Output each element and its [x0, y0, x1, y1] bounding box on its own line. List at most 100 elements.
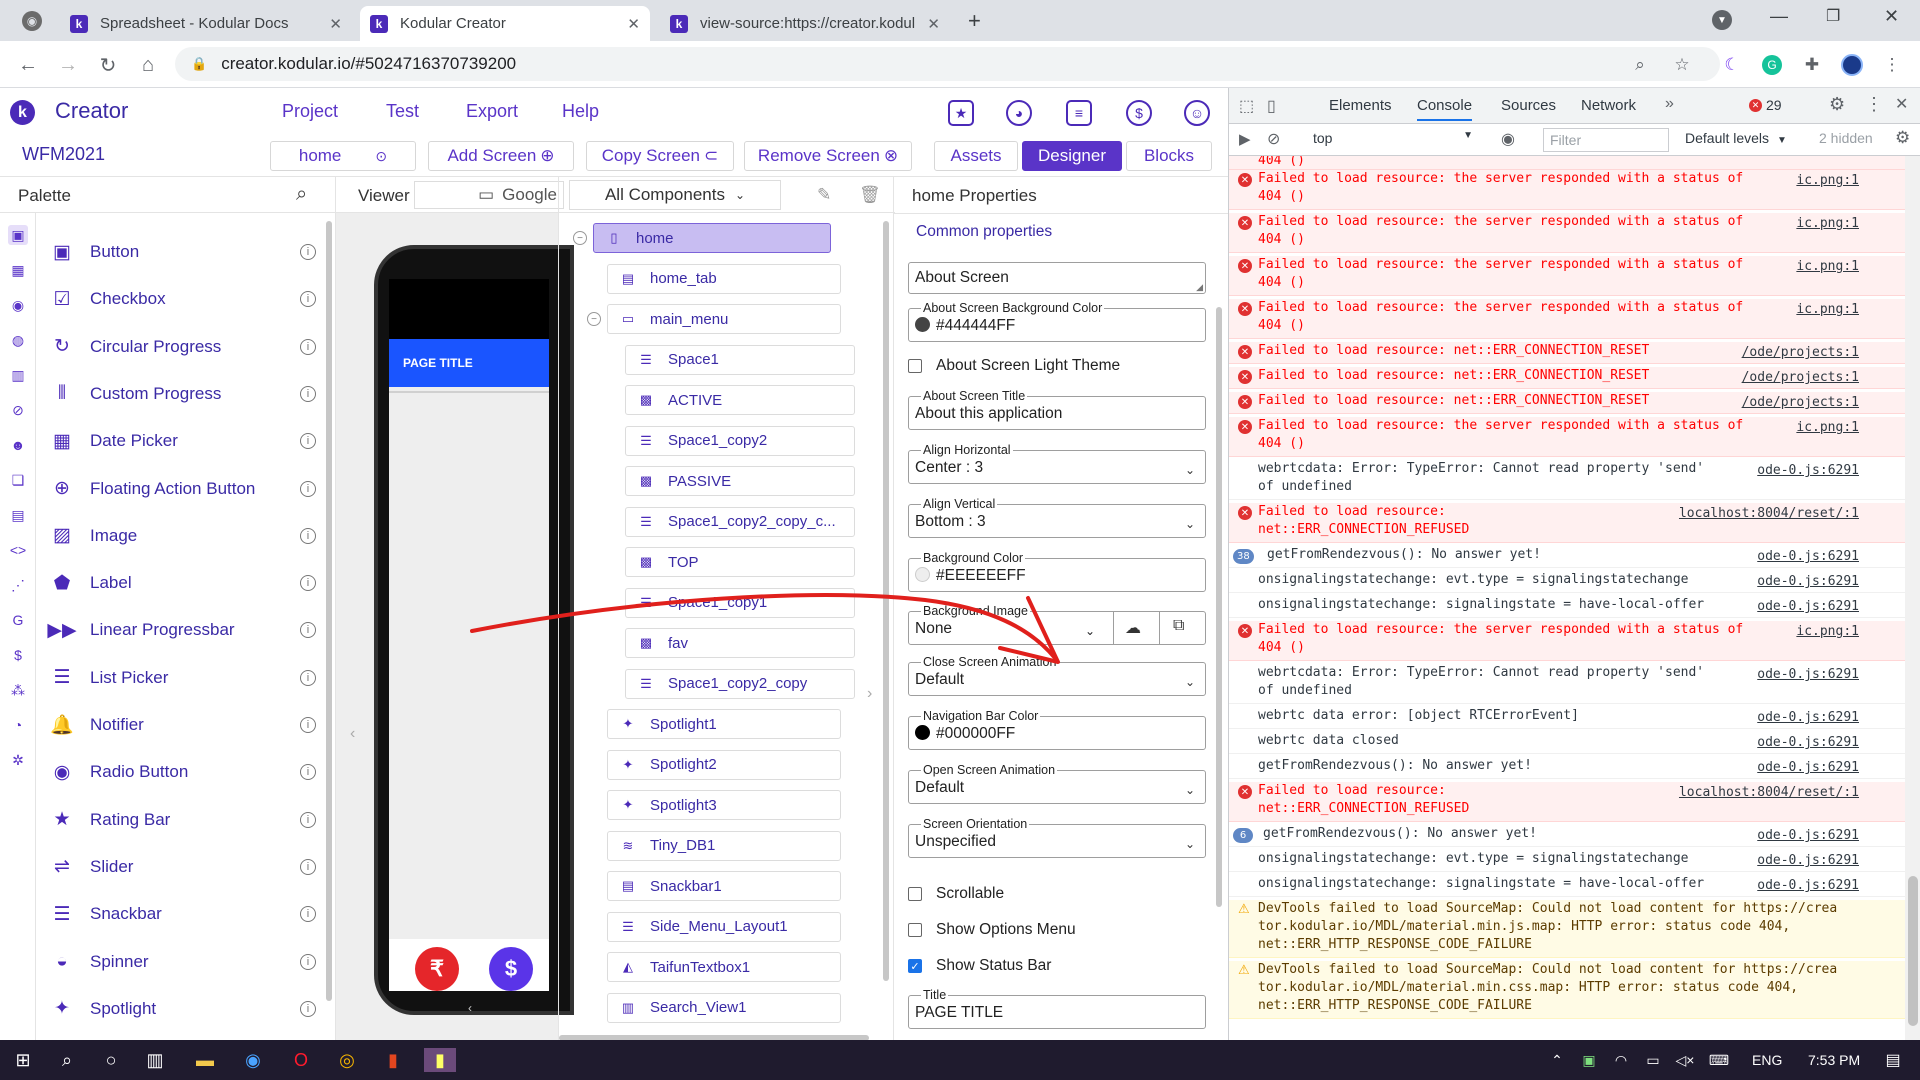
- console-source-link[interactable]: ode-0.js:6291: [1757, 734, 1859, 752]
- notifications-icon[interactable]: ▤: [1880, 1048, 1906, 1072]
- bookmark-star-icon[interactable]: ☆: [1670, 53, 1694, 77]
- log-levels-dropdown[interactable]: Default levels ▼: [1685, 130, 1787, 146]
- browser-tab-view-source[interactable]: k view-source:https://creator.kodul ✕: [660, 6, 950, 41]
- console-source-link[interactable]: ic.png:1: [1796, 258, 1859, 276]
- tab-search-icon[interactable]: ▼: [1712, 10, 1732, 30]
- office-icon[interactable]: ▮: [380, 1048, 406, 1072]
- new-tab-icon[interactable]: +: [968, 8, 981, 34]
- console-source-link[interactable]: /ode/projects:1: [1742, 394, 1859, 412]
- minimize-icon[interactable]: —: [1770, 6, 1788, 27]
- browser-tab-creator[interactable]: k Kodular Creator ✕: [360, 6, 650, 41]
- task-view-icon[interactable]: ▥: [142, 1048, 168, 1072]
- console-message-partial: 404 (): [1229, 156, 1905, 170]
- home-icon[interactable]: ⌂: [134, 51, 162, 79]
- devtools-tabbar: ⬚ ▯ Elements Console Sources Network » ✕…: [1229, 88, 1920, 124]
- error-icon: ✕: [1238, 345, 1252, 359]
- opera-icon[interactable]: O: [288, 1048, 314, 1072]
- app-icon-blue[interactable]: ◉: [240, 1048, 266, 1072]
- console-source-link[interactable]: ic.png:1: [1796, 623, 1859, 641]
- console-source-link[interactable]: /ode/projects:1: [1742, 344, 1859, 362]
- console-message: webrtcdata: Error: TypeError: Cannot rea…: [1229, 460, 1905, 500]
- error-icon: ✕: [1238, 259, 1252, 273]
- network-tray-icon[interactable]: ▣: [1576, 1048, 1602, 1072]
- file-explorer-icon[interactable]: ▬: [192, 1048, 218, 1072]
- close-tab-icon[interactable]: ✕: [627, 15, 640, 33]
- console-source-link[interactable]: ic.png:1: [1796, 215, 1859, 233]
- devtools-menu-icon[interactable]: ⋮: [1865, 94, 1883, 115]
- console-message: ✕ Failed to load resource: net::ERR_CONNE…: [1229, 342, 1905, 364]
- console-source-link[interactable]: localhost:8004/reset/:1: [1679, 784, 1859, 802]
- chrome-menu-icon[interactable]: ⋮: [1880, 53, 1904, 77]
- console-source-link[interactable]: ic.png:1: [1796, 301, 1859, 319]
- console-source-link[interactable]: ode-0.js:6291: [1757, 598, 1859, 616]
- clock-time[interactable]: 7:53 PM: [1808, 1052, 1860, 1068]
- browser-tab-spreadsheet[interactable]: k Spreadsheet - Kodular Docs ✕: [60, 6, 352, 41]
- console-filter-input[interactable]: Filter: [1543, 128, 1669, 152]
- console-message: ⚠ DevTools failed to load SourceMap: Coul…: [1229, 900, 1905, 958]
- wifi-icon[interactable]: ◠: [1608, 1048, 1634, 1072]
- console-message: ✕ Failed to load resource: net::ERR_CONNE…: [1229, 392, 1905, 414]
- console-source-link[interactable]: ode-0.js:6291: [1757, 877, 1859, 895]
- console-source-link[interactable]: ic.png:1: [1796, 172, 1859, 190]
- error-icon: ✕: [1238, 785, 1252, 799]
- zoom-icon[interactable]: ⌕: [1628, 53, 1652, 77]
- live-expression-eye-icon[interactable]: ◉: [1501, 129, 1515, 149]
- settings-gear-icon[interactable]: ⚙: [1829, 94, 1845, 115]
- close-tab-icon[interactable]: ✕: [329, 15, 342, 33]
- reload-icon[interactable]: ↻: [94, 51, 122, 79]
- console-source-link[interactable]: localhost:8004/reset/:1: [1679, 505, 1859, 523]
- address-bar[interactable]: 🔒 creator.kodular.io/#5024716370739200: [175, 47, 1720, 81]
- tab-console[interactable]: Console: [1417, 97, 1473, 121]
- dark-mode-extension-icon[interactable]: ☾: [1720, 53, 1744, 77]
- maximize-icon[interactable]: ❐: [1826, 6, 1840, 26]
- inspect-element-icon[interactable]: ⬚: [1239, 96, 1254, 116]
- clear-console-icon[interactable]: ⊘: [1267, 129, 1280, 149]
- console-message: webrtc data error: [object RTCErrorEvent…: [1229, 707, 1905, 729]
- sidebar-toggle-icon[interactable]: ▶: [1239, 130, 1251, 148]
- windows-start-icon[interactable]: ⊞: [10, 1048, 36, 1072]
- console-source-link[interactable]: ode-0.js:6291: [1757, 709, 1859, 727]
- close-devtools-icon[interactable]: ✕: [1895, 94, 1908, 114]
- console-source-link[interactable]: ic.png:1: [1796, 419, 1859, 437]
- extensions-puzzle-icon[interactable]: ✚: [1800, 53, 1824, 77]
- grammarly-extension-icon[interactable]: G: [1760, 53, 1784, 77]
- tab-network[interactable]: Network: [1581, 97, 1636, 114]
- volume-muted-icon[interactable]: ◁×: [1672, 1048, 1698, 1072]
- keyboard-icon[interactable]: ⌨: [1706, 1048, 1732, 1072]
- console-source-link[interactable]: ode-0.js:6291: [1757, 852, 1859, 870]
- context-selector[interactable]: top ▼: [1313, 130, 1473, 146]
- active-app-icon[interactable]: ▮: [424, 1048, 456, 1072]
- cortana-icon[interactable]: ○: [98, 1048, 124, 1072]
- console-message: ✕ Failed to load resource: net::ERR_CONNE…: [1229, 367, 1905, 389]
- console-message: ⚠ DevTools failed to load SourceMap: Coul…: [1229, 961, 1905, 1019]
- console-settings-gear-icon[interactable]: ⚙: [1895, 128, 1910, 148]
- console-source-link[interactable]: ode-0.js:6291: [1757, 462, 1859, 480]
- profile-avatar-icon[interactable]: [1840, 53, 1864, 77]
- forward-arrow-icon[interactable]: →: [54, 51, 82, 79]
- console-source-link[interactable]: /ode/projects:1: [1742, 369, 1859, 387]
- battery-icon[interactable]: ▭: [1640, 1048, 1666, 1072]
- search-icon[interactable]: ⌕: [54, 1048, 80, 1072]
- console-source-link[interactable]: ode-0.js:6291: [1757, 827, 1859, 845]
- more-tabs-icon[interactable]: »: [1665, 95, 1674, 113]
- tab-elements[interactable]: Elements: [1329, 97, 1392, 114]
- close-window-icon[interactable]: ✕: [1884, 6, 1899, 27]
- console-message: 6 getFromRendezvous(): No answer yet! ode-…: [1229, 825, 1905, 847]
- console-source-link[interactable]: ode-0.js:6291: [1757, 573, 1859, 591]
- console-scrollbar-thumb[interactable]: [1908, 876, 1918, 1026]
- back-arrow-icon[interactable]: ←: [14, 51, 42, 79]
- console-source-link[interactable]: ode-0.js:6291: [1757, 666, 1859, 684]
- input-language[interactable]: ENG: [1752, 1052, 1782, 1068]
- error-icon: ✕: [1749, 98, 1762, 112]
- console-source-link[interactable]: ode-0.js:6291: [1757, 548, 1859, 566]
- console-scrollbar[interactable]: [1905, 156, 1920, 1040]
- browser-tab-bar: ◉ k Spreadsheet - Kodular Docs ✕ k Kodul…: [0, 0, 1920, 41]
- chrome-profile-icon[interactable]: ◉: [22, 11, 42, 31]
- console-source-link[interactable]: ode-0.js:6291: [1757, 759, 1859, 777]
- tab-sources[interactable]: Sources: [1501, 97, 1556, 114]
- error-counter[interactable]: ✕ 29: [1749, 97, 1782, 113]
- device-toolbar-icon[interactable]: ▯: [1267, 96, 1276, 116]
- show-hidden-icons-chevron-icon[interactable]: ⌃: [1544, 1048, 1570, 1072]
- chrome-icon[interactable]: ◎: [334, 1048, 360, 1072]
- close-tab-icon[interactable]: ✕: [927, 15, 940, 33]
